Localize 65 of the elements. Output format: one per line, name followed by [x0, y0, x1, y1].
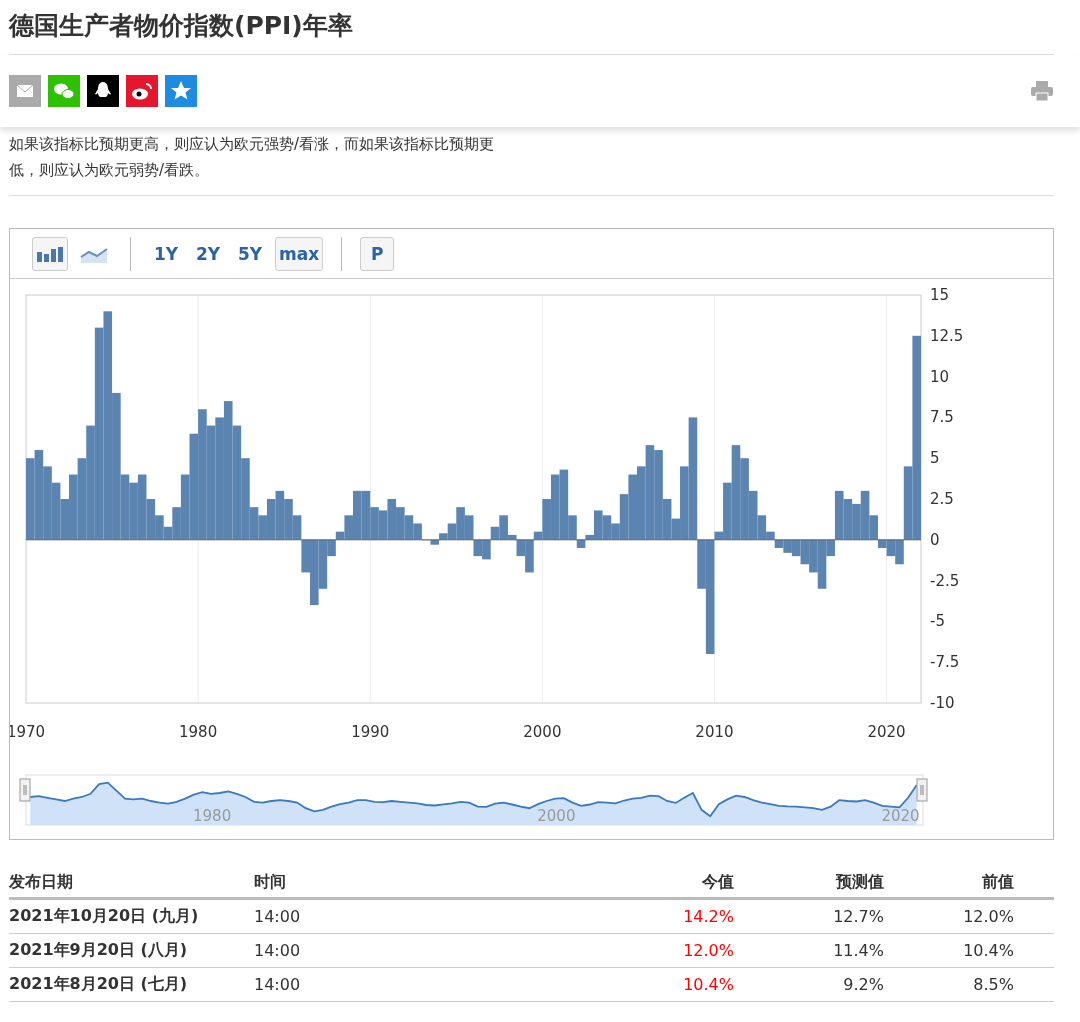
- page-title: 德国生产者物价指数(PPI)年率: [9, 10, 354, 42]
- bar-chart-button[interactable]: [32, 236, 68, 271]
- y-axis-label: 10: [930, 367, 950, 386]
- bar: [378, 510, 388, 540]
- x-axis-label: 2000: [523, 723, 562, 741]
- bar: [852, 503, 861, 540]
- table-cell: 12.0%: [884, 898, 1054, 934]
- column-header: 今值: [514, 868, 734, 899]
- table-cell: 12.0%: [514, 933, 734, 968]
- y-axis-label: 2.5: [930, 490, 954, 508]
- x-axis-label: 1980: [179, 723, 218, 741]
- bar: [275, 490, 285, 540]
- table-cell: 8.5%: [884, 967, 1054, 1002]
- range-button[interactable]: 2Y: [191, 236, 225, 271]
- penguin-icon[interactable]: [87, 75, 119, 107]
- y-axis-label: 5: [930, 449, 940, 468]
- y-axis-label: 12.5: [930, 326, 964, 345]
- y-axis-label: -2.5: [930, 571, 960, 590]
- chat-bubbles-icon[interactable]: [48, 75, 80, 107]
- y-axis-label: -7.5: [930, 653, 960, 672]
- range-button[interactable]: 1Y: [149, 236, 183, 271]
- y-axis-label: 15: [930, 286, 950, 304]
- y-axis-label: 0: [930, 530, 940, 549]
- table-cell: 2021年10月20日 (九月): [9, 898, 254, 934]
- x-axis-label: 2020: [867, 723, 906, 741]
- y-axis-label: 7.5: [930, 408, 954, 427]
- navigator-label: 2020: [881, 807, 920, 825]
- bar: [843, 499, 853, 540]
- navigator-label: 2000: [537, 807, 576, 825]
- column-header: 前值: [884, 868, 1054, 899]
- navigator-handle[interactable]: [19, 778, 31, 802]
- table-cell: 14:00: [254, 898, 514, 934]
- table-cell: 2021年9月20日 (八月): [9, 933, 254, 968]
- bar: [129, 482, 138, 540]
- p-button[interactable]: P: [360, 236, 395, 271]
- navigator-handle[interactable]: [916, 778, 928, 802]
- column-header: 时间: [254, 868, 514, 899]
- mail-icon[interactable]: [9, 75, 41, 107]
- table-cell: 12.7%: [734, 898, 884, 934]
- table-cell: 14:00: [254, 967, 514, 1002]
- range-button[interactable]: max: [275, 236, 324, 271]
- print-icon[interactable]: [1030, 80, 1054, 102]
- table-cell: 9.2%: [734, 967, 884, 1002]
- description-text: 如果该指标比预期更高，则应认为欧元强势/看涨，而如果该指标比预期更: [9, 134, 496, 155]
- x-axis-label: 2010: [695, 723, 734, 741]
- bar-chart-icon: [36, 245, 64, 262]
- y-axis-label: -5: [930, 612, 945, 631]
- x-axis-label: 1990: [351, 723, 390, 741]
- table-cell: 10.4%: [884, 933, 1054, 968]
- column-header: 预测值: [734, 868, 884, 899]
- table-cell: 14.2%: [514, 898, 734, 934]
- description-text: 低，则应认为欧元弱势/看跌。: [9, 160, 211, 181]
- range-button[interactable]: 5Y: [233, 236, 267, 271]
- bar: [387, 499, 397, 540]
- bar: [396, 507, 405, 540]
- table-cell: 2021年8月20日 (七月): [9, 967, 254, 1002]
- table-cell: 11.4%: [734, 933, 884, 968]
- bar: [473, 539, 483, 557]
- y-axis-label: -10: [930, 694, 955, 712]
- column-header: 发布日期: [9, 868, 254, 899]
- bar: [464, 515, 474, 540]
- table-cell: 14:00: [254, 933, 514, 968]
- navigator-label: 1980: [193, 807, 232, 825]
- bar: [51, 482, 61, 540]
- table-cell: 10.4%: [514, 967, 734, 1002]
